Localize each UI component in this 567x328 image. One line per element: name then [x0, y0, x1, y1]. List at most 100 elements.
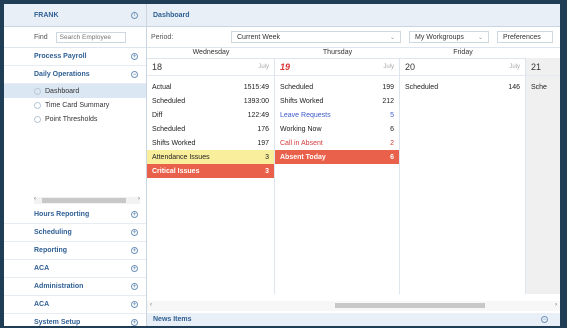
sidebar-lower-sections: Hours Reporting + Scheduling + Reporting…: [4, 206, 146, 326]
expand-icon[interactable]: +: [131, 319, 138, 326]
sidebar: FRANK i Find Process Payroll + Daily Ope…: [4, 4, 147, 326]
scrollbar-thumb[interactable]: [42, 198, 126, 203]
preferences-label: Preferences: [503, 33, 541, 41]
date-row: 18 July: [147, 58, 274, 76]
stat-label: Actual: [152, 83, 172, 91]
stat-row-scheduled[interactable]: Scheduled 199: [275, 80, 399, 94]
preferences-button[interactable]: Preferences: [497, 31, 553, 43]
nav-process-payroll[interactable]: Process Payroll +: [4, 48, 146, 66]
nav-item-time-card-summary[interactable]: Time Card Summary: [4, 98, 146, 112]
main-header: Dashboard: [147, 4, 560, 27]
app-window: FRANK i Find Process Payroll + Daily Ope…: [4, 4, 560, 326]
nav-hours-reporting[interactable]: Hours Reporting +: [4, 206, 146, 224]
stat-row-leave-requests[interactable]: Leave Requests 5: [275, 108, 399, 122]
nav-label: Hours Reporting: [34, 211, 90, 218]
calendar-horizontal-scrollbar[interactable]: ‹ ›: [147, 301, 560, 311]
info-icon[interactable]: i: [131, 11, 138, 19]
nav-administration[interactable]: Administration +: [4, 278, 146, 296]
stat-value: 199: [382, 83, 394, 91]
sidebar-horizontal-scrollbar[interactable]: ‹ ›: [34, 196, 140, 204]
nav-system-setup[interactable]: System Setup +: [4, 314, 146, 326]
bullet-icon: [34, 115, 41, 123]
collapse-icon[interactable]: −: [131, 71, 138, 78]
stat-value: 197: [257, 139, 269, 147]
news-items-bar[interactable]: News Items −: [147, 313, 560, 326]
news-items-label: News Items: [153, 316, 192, 323]
nav-label: Reporting: [34, 247, 68, 254]
stat-row-scheduled[interactable]: Sche: [526, 80, 560, 94]
nav-reporting[interactable]: Reporting +: [4, 242, 146, 260]
stat-label: Shifts Worked: [280, 97, 324, 105]
scroll-right-icon[interactable]: ›: [138, 196, 140, 202]
period-label: Period:: [151, 33, 174, 41]
stat-label: Working Now: [280, 125, 322, 133]
stat-value: 2: [390, 139, 394, 147]
stat-value: 3: [265, 167, 269, 175]
expand-icon[interactable]: +: [131, 283, 138, 290]
period-value: Current Week: [237, 33, 281, 41]
date-number: 20: [405, 61, 416, 72]
nav-scheduling[interactable]: Scheduling +: [4, 224, 146, 242]
nav-item-label: Dashboard: [45, 87, 80, 95]
stat-row-scheduled[interactable]: Scheduled 176: [147, 122, 274, 136]
day-column-thursday[interactable]: 19 July Scheduled 199 Shifts Worked 212 …: [275, 58, 400, 294]
collapse-icon[interactable]: −: [541, 316, 548, 323]
nav-label: System Setup: [34, 319, 81, 326]
stat-row-shifts-worked[interactable]: Shifts Worked 197: [147, 136, 274, 150]
date-number: 21: [531, 61, 542, 72]
period-dropdown[interactable]: Current Week ⌄: [231, 31, 401, 43]
main-panel: Dashboard Period: Current Week ⌄ My Work…: [147, 4, 560, 326]
day-column-saturday[interactable]: 21 Sche: [526, 58, 560, 294]
stat-label: Scheduled: [152, 125, 186, 133]
stat-value: 1515:49: [243, 83, 269, 91]
page-title: Dashboard: [153, 11, 190, 19]
stat-value: 5: [390, 111, 394, 119]
date-row: 20 July: [400, 58, 525, 76]
stat-row-scheduled[interactable]: Scheduled 146: [400, 80, 525, 94]
search-employee-input[interactable]: [55, 31, 126, 43]
stat-row-absent-today[interactable]: Absent Today 6: [275, 150, 399, 164]
expand-icon[interactable]: +: [131, 301, 138, 308]
nav-aca[interactable]: ACA +: [4, 260, 146, 278]
stat-row-actual[interactable]: Actual 1515:49: [147, 80, 274, 94]
stat-label: Call in Absent: [280, 139, 323, 147]
nav-item-label: Point Thresholds: [45, 115, 98, 123]
workgroups-dropdown[interactable]: My Workgroups ⌄: [409, 31, 489, 43]
stat-value: 1393:00: [243, 97, 269, 105]
scroll-left-icon[interactable]: ‹: [150, 302, 152, 308]
day-column-friday[interactable]: 20 July Scheduled 146: [400, 58, 526, 294]
scrollbar-thumb[interactable]: [335, 303, 485, 308]
find-row: Find: [4, 27, 146, 48]
stat-value: 212: [382, 97, 394, 105]
nav-label: ACA: [34, 265, 50, 272]
stat-label: Critical Issues: [152, 167, 200, 175]
nav-item-point-thresholds[interactable]: Point Thresholds: [4, 112, 146, 126]
user-name[interactable]: FRANK: [34, 12, 59, 19]
scroll-left-icon[interactable]: ‹: [34, 196, 36, 202]
stat-row-scheduled-hours[interactable]: Scheduled 1393:00: [147, 94, 274, 108]
day-column-wednesday[interactable]: 18 July Actual 1515:49 Scheduled 1393:00…: [147, 58, 275, 294]
stat-label: Absent Today: [280, 153, 326, 161]
stat-label: Leave Requests: [280, 111, 331, 119]
find-label: Find: [34, 33, 48, 41]
expand-icon[interactable]: +: [131, 229, 138, 236]
nav-label: ACA: [34, 301, 50, 308]
stat-row-attendance-issues[interactable]: Attendance Issues 3: [147, 150, 274, 164]
stat-row-critical-issues[interactable]: Critical Issues 3: [147, 164, 274, 178]
stat-value: 176: [257, 125, 269, 133]
stat-row-diff[interactable]: Diff 122:49: [147, 108, 274, 122]
expand-icon[interactable]: +: [131, 53, 138, 60]
expand-icon[interactable]: +: [131, 247, 138, 254]
expand-icon[interactable]: +: [131, 211, 138, 218]
scroll-right-icon[interactable]: ›: [555, 302, 557, 308]
expand-icon[interactable]: +: [131, 265, 138, 272]
nav-aca-2[interactable]: ACA +: [4, 296, 146, 314]
stat-label: Scheduled: [405, 83, 439, 91]
stat-row-call-in-absent[interactable]: Call in Absent 2: [275, 136, 399, 150]
stat-row-shifts-worked[interactable]: Shifts Worked 212: [275, 94, 399, 108]
stat-value: 122:49: [247, 111, 269, 119]
nav-daily-operations[interactable]: Daily Operations −: [4, 66, 146, 84]
nav-item-dashboard[interactable]: Dashboard: [4, 84, 146, 98]
date-row: 21: [526, 58, 560, 76]
stat-row-working-now[interactable]: Working Now 6: [275, 122, 399, 136]
